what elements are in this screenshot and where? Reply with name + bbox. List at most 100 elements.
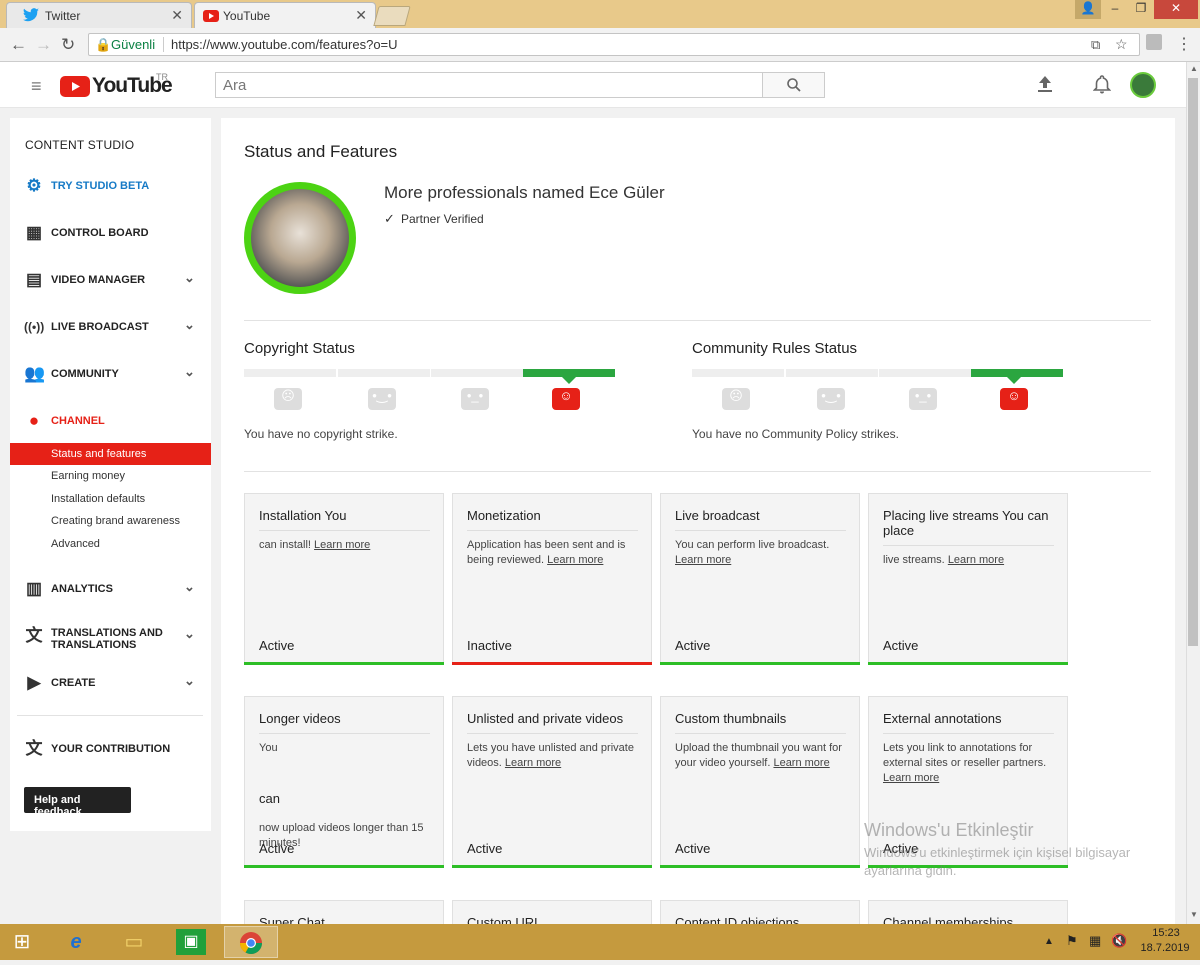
search-input[interactable]: Ara — [215, 72, 763, 98]
profile-name: More professionals named Ece Güler — [384, 183, 665, 202]
translate-icon[interactable]: ⧉ — [1091, 34, 1100, 55]
translate-icon: 文 — [25, 739, 43, 758]
youtube-logo-icon — [60, 76, 90, 97]
chevron-down-icon[interactable]: ⌄ — [184, 626, 195, 642]
card-title: Longer videos — [259, 711, 341, 726]
file-explorer-icon[interactable]: ▭ — [112, 926, 156, 958]
clock-date[interactable]: 18.7.2019 — [1137, 942, 1193, 954]
avatar[interactable] — [1130, 72, 1156, 98]
sidebar-sub-brand-awareness[interactable]: Creating brand awareness — [10, 510, 211, 532]
divider — [259, 530, 430, 531]
close-window-button[interactable]: ✕ — [1154, 0, 1198, 19]
card-status: Active — [675, 638, 711, 653]
back-icon[interactable]: ← — [10, 35, 27, 55]
chevron-down-icon[interactable]: ⌄ — [184, 270, 195, 286]
sad-face-icon: ☹ — [722, 388, 750, 410]
learn-more-link[interactable]: Learn more — [883, 772, 939, 784]
feature-card: Installation You can install! Learn more… — [244, 493, 444, 665]
status-bar — [868, 662, 1068, 665]
sidebar-item-label: VIDEO MANAGER — [51, 274, 146, 286]
extension-icon[interactable] — [1146, 34, 1162, 50]
tray-chevron-icon[interactable]: ▲ — [1044, 936, 1054, 947]
menu-dots-icon[interactable]: ⋮ — [1176, 34, 1192, 54]
help-feedback-button[interactable]: Help and feedback — [24, 787, 131, 818]
upload-icon[interactable] — [1037, 75, 1053, 93]
sidebar-item-create[interactable]: ▶ CREATE ⌄ — [10, 668, 211, 698]
card-desc: live streams. — [883, 554, 945, 566]
clock-time[interactable]: 15:23 — [1143, 927, 1189, 939]
sidebar-item-translations[interactable]: 文 TRANSLATIONS AND TRANSLATIONS ⌄ — [10, 621, 211, 657]
copyright-title: Copyright Status — [244, 340, 355, 357]
gear-icon: ⚙ — [26, 176, 42, 195]
sidebar-item-community[interactable]: 👥 COMMUNITY ⌄ — [10, 359, 211, 389]
learn-more-link[interactable]: Learn more — [948, 554, 1004, 566]
scrollbar-thumb[interactable] — [1188, 78, 1198, 646]
learn-more-link[interactable]: Learn more — [547, 554, 603, 566]
windows-start-icon[interactable]: ⊞ — [0, 926, 44, 958]
activation-watermark-text: Windows'u etkinleştirmek için kişisel bi… — [864, 845, 1131, 860]
network-icon[interactable]: ▦ — [1089, 933, 1101, 949]
sidebar-item-analytics[interactable]: ▥ ANALYTICS ⌄ — [10, 574, 211, 604]
neutral-face-icon: •_• — [461, 388, 489, 410]
tab-youtube[interactable]: YouTube ✕ — [194, 2, 376, 28]
divider — [883, 733, 1054, 734]
search-button[interactable] — [762, 72, 825, 98]
hamburger-menu-icon[interactable]: ≡ — [31, 76, 42, 97]
feature-card: Custom thumbnails Upload the thumbnail y… — [660, 696, 860, 868]
learn-more-link[interactable]: Learn more — [314, 539, 370, 551]
sidebar-sub-advanced[interactable]: Advanced — [10, 533, 211, 555]
status-bar — [452, 662, 652, 665]
store-icon[interactable]: ▣ — [176, 929, 206, 955]
url-field[interactable]: 🔒 Güvenli https://www.youtube.com/featur… — [88, 33, 1140, 56]
close-tab-icon[interactable]: ✕ — [171, 7, 183, 24]
chevron-down-icon[interactable]: ⌄ — [184, 673, 195, 689]
forward-icon[interactable]: → — [35, 35, 52, 55]
notifications-icon[interactable] — [1093, 75, 1111, 94]
learn-more-link[interactable]: Learn more — [773, 757, 829, 769]
tab-label: Twitter — [45, 9, 81, 23]
youtube-icon — [203, 10, 219, 22]
scroll-up-icon[interactable]: ▲ — [1190, 64, 1198, 73]
status-bar — [660, 662, 860, 665]
volume-icon[interactable]: 🔇 — [1111, 933, 1127, 949]
sidebar-item-label: COMMUNITY — [51, 368, 119, 380]
video-manager-icon: ▤ — [25, 270, 43, 289]
user-icon[interactable]: 👤 — [1075, 0, 1101, 19]
chevron-down-icon[interactable]: ⌄ — [184, 579, 195, 595]
sidebar-item-video-manager[interactable]: ▤ VIDEO MANAGER ⌄ — [10, 265, 211, 295]
close-tab-icon[interactable]: ✕ — [355, 7, 367, 24]
neutral-face-icon: •‿• — [817, 388, 845, 410]
sidebar-sub-status-features[interactable]: Status and features — [10, 443, 211, 465]
flag-icon[interactable]: ⚑ — [1066, 933, 1078, 949]
card-desc: You — [259, 742, 278, 754]
chevron-down-icon[interactable]: ⌄ — [184, 364, 195, 380]
sidebar-item-contribution[interactable]: 文 YOUR CONTRIBUTION — [10, 734, 211, 764]
card-title: Unlisted and private videos — [467, 711, 624, 726]
lock-icon: 🔒 — [95, 37, 112, 52]
sidebar-sub-installation-defaults[interactable]: Installation defaults — [10, 488, 211, 510]
sidebar-item-live-broadcast[interactable]: ((•)) LIVE BROADCAST ⌄ — [10, 312, 211, 342]
scroll-down-icon[interactable]: ▼ — [1190, 910, 1198, 919]
new-tab-button[interactable] — [373, 6, 411, 26]
star-icon[interactable]: ☆ — [1115, 34, 1128, 55]
chevron-down-icon[interactable]: ⌄ — [184, 317, 195, 333]
chrome-icon[interactable] — [224, 926, 278, 958]
happy-face-icon: ☺ — [552, 388, 580, 410]
sidebar-sub-earning-money[interactable]: Earning money — [10, 465, 211, 487]
neutral-face-icon: •‿• — [368, 388, 396, 410]
internet-explorer-icon[interactable]: e — [54, 926, 98, 958]
tab-twitter[interactable]: Twitter ✕ — [6, 2, 192, 28]
minimize-button[interactable]: – — [1102, 0, 1128, 19]
sidebar-item-channel[interactable]: ● CHANNEL — [10, 406, 211, 436]
learn-more-link[interactable]: Learn more — [675, 554, 731, 566]
feature-card: Placing live streams You can place live … — [868, 493, 1068, 665]
reload-icon[interactable]: ↻ — [61, 35, 75, 55]
sidebar-item-control-board[interactable]: ▦ CONTROL BOARD — [10, 218, 211, 248]
card-title: Live broadcast — [675, 508, 760, 523]
learn-more-link[interactable]: Learn more — [505, 757, 561, 769]
card-desc: can — [259, 791, 280, 806]
divider — [883, 545, 1054, 546]
maximize-button[interactable]: ❐ — [1128, 0, 1154, 19]
sidebar-item-try-studio-beta[interactable]: ⚙ TRY STUDIO BETA — [10, 171, 211, 201]
divider — [163, 37, 164, 52]
